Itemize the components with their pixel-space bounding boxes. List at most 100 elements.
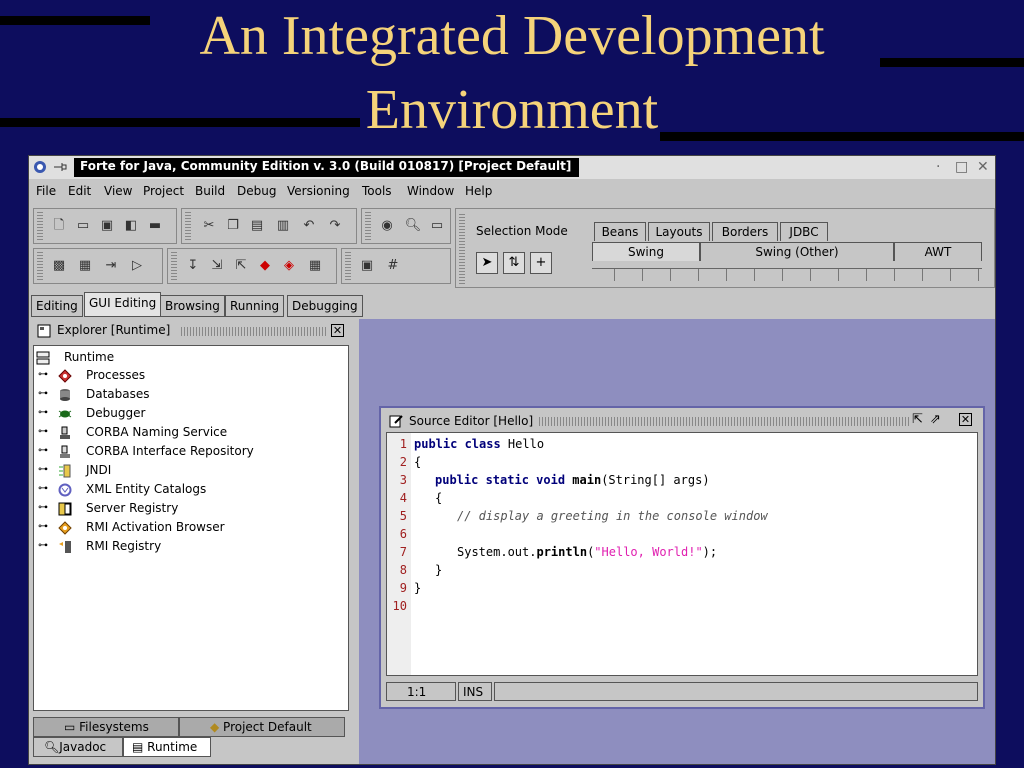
line-number: 9 <box>399 581 407 595</box>
expand-handle-icon[interactable]: ⊶ <box>38 369 52 383</box>
source-editor-close-icon[interactable]: ✕ <box>959 413 972 426</box>
paste-icon[interactable]: ▤ <box>248 217 266 235</box>
toolbar-grip[interactable] <box>365 212 371 240</box>
source-editor-drag-handle[interactable] <box>539 417 909 426</box>
menu-tools[interactable]: Tools <box>362 184 392 198</box>
debug-step-icon[interactable]: ⇥ <box>102 257 120 275</box>
code-text: ); <box>702 545 718 559</box>
line-number: 7 <box>399 545 407 559</box>
new-file-icon[interactable]: 🗋 <box>50 217 68 235</box>
expand-handle-icon[interactable]: ⊶ <box>38 407 52 421</box>
code-line: public static void main(String[] args) <box>435 473 710 487</box>
step-over-icon[interactable]: ↧ <box>184 257 202 275</box>
menu-versioning[interactable]: Versioning <box>287 184 350 198</box>
expand-handle-icon[interactable]: ⊶ <box>38 540 52 554</box>
explorer-drag-handle[interactable] <box>181 327 326 336</box>
tab-javadoc[interactable]: 🔍︎Javadoc <box>33 737 123 757</box>
tab-debugging[interactable]: Debugging <box>287 295 363 317</box>
dock-icon[interactable]: ⇱ <box>912 412 923 427</box>
step-into-icon[interactable]: ⇲ <box>208 257 226 275</box>
tab-gui-editing[interactable]: GUI Editing <box>84 292 162 317</box>
palette-tab-borders[interactable]: Borders <box>712 222 778 241</box>
breakpoint-icon[interactable]: ◆ <box>256 257 274 275</box>
expand-handle-icon[interactable]: ⊶ <box>38 426 52 440</box>
menu-project[interactable]: Project <box>143 184 184 198</box>
title-bar[interactable]: Forte for Java, Community Edition v. 3.0… <box>29 156 995 179</box>
watch-icon[interactable]: ◈ <box>280 257 298 275</box>
redo-icon[interactable]: ↷ <box>326 217 344 235</box>
tab-filesystems[interactable]: ▭ Filesystems <box>33 717 179 737</box>
palette-tab-beans[interactable]: Beans <box>594 222 646 241</box>
evaluate-icon[interactable]: ▦ <box>306 257 324 275</box>
tab-editing[interactable]: Editing <box>31 295 83 317</box>
connection-mode-button[interactable]: ⇅ <box>503 252 525 274</box>
palette-grip[interactable] <box>459 212 465 284</box>
menu-edit[interactable]: Edit <box>68 184 91 198</box>
menu-debug[interactable]: Debug <box>237 184 276 198</box>
copy-icon[interactable]: ❐ <box>224 217 242 235</box>
build-icon[interactable]: ▦ <box>76 257 94 275</box>
menu-window[interactable]: Window <box>407 184 454 198</box>
open-folder-icon[interactable]: ▭ <box>74 217 92 235</box>
tab-running[interactable]: Running <box>225 295 285 317</box>
expand-handle-icon[interactable]: ⊶ <box>38 445 52 459</box>
palette-tab-swing-other[interactable]: Swing (Other) <box>700 242 894 261</box>
toolbar-grip[interactable] <box>345 252 351 280</box>
maximize-button[interactable]: □ <box>955 159 968 175</box>
palette-component-row[interactable] <box>592 268 982 281</box>
menu-build[interactable]: Build <box>195 184 225 198</box>
tab-browsing[interactable]: Browsing <box>160 295 225 317</box>
code-editor[interactable]: 1 2 3 4 5 6 7 8 9 10 public class Hello … <box>386 432 978 676</box>
expand-handle-icon[interactable]: ⊶ <box>38 483 52 497</box>
tree-label: JNDI <box>86 463 112 477</box>
tab-runtime[interactable]: ▤ Runtime <box>123 737 211 757</box>
processes-icon <box>58 369 72 383</box>
palette-tab-jdbc[interactable]: JDBC <box>780 222 828 241</box>
toolbar-grip[interactable] <box>37 252 43 280</box>
selection-arrow-button[interactable]: ➤ <box>476 252 498 274</box>
expand-handle-icon[interactable]: ⊶ <box>38 388 52 402</box>
menu-file[interactable]: File <box>36 184 56 198</box>
find-icon[interactable]: 🔍︎ <box>404 217 422 235</box>
palette-tab-awt[interactable]: AWT <box>894 242 982 261</box>
cut-icon[interactable]: ✂ <box>200 217 218 235</box>
comment: // display a greeting in the console win… <box>457 509 768 523</box>
close-button[interactable]: ✕ <box>977 159 989 175</box>
tab-project-default[interactable]: ◆ Project Default <box>179 717 345 737</box>
add-mode-button[interactable]: + <box>530 252 552 274</box>
rmi-registry-icon <box>59 541 71 553</box>
explorer-header: Explorer [Runtime] ✕ <box>33 322 351 340</box>
minimize-button[interactable]: · <box>936 159 940 175</box>
maximize-editor-icon[interactable]: ⇗ <box>930 412 941 427</box>
print-icon[interactable]: ▬ <box>146 217 164 235</box>
menu-help[interactable]: Help <box>465 184 492 198</box>
palette-tab-layouts[interactable]: Layouts <box>648 222 710 241</box>
save-icon[interactable]: ▣ <box>98 217 116 235</box>
undo-icon[interactable]: ↶ <box>300 217 318 235</box>
runtime-tab-icon: ▤ <box>132 740 148 754</box>
pin-icon[interactable] <box>53 160 67 174</box>
expand-handle-icon[interactable]: ⊶ <box>38 464 52 478</box>
palette-tab-swing[interactable]: Swing <box>592 242 700 261</box>
grid-icon[interactable]: # <box>384 257 402 275</box>
save-all-icon[interactable]: ◧ <box>122 217 140 235</box>
menu-view[interactable]: View <box>104 184 132 198</box>
toolbar-grip[interactable] <box>185 212 191 240</box>
component-inspector-icon[interactable]: ▣ <box>358 257 376 275</box>
find-replace-icon[interactable]: ▭ <box>428 217 446 235</box>
step-out-icon[interactable]: ⇱ <box>232 257 250 275</box>
web-search-icon[interactable]: ◉ <box>378 217 396 235</box>
filesystems-icon: ▭ <box>64 720 80 734</box>
code-text: Hello <box>500 437 545 451</box>
explorer-close-icon[interactable]: ✕ <box>331 324 344 337</box>
toolbar-grip[interactable] <box>37 212 43 240</box>
compile-icon[interactable]: ▩ <box>50 257 68 275</box>
delete-icon[interactable]: ▥ <box>274 217 292 235</box>
run-icon[interactable]: ▷ <box>128 257 146 275</box>
source-editor-header[interactable]: Source Editor [Hello] ⇱ ⇗ ✕ <box>385 411 979 431</box>
method-call: println <box>536 545 588 559</box>
expand-handle-icon[interactable]: ⊶ <box>38 502 52 516</box>
toolbar-grip[interactable] <box>171 252 177 280</box>
editor-status-bar: 1:1 INS <box>386 682 978 702</box>
expand-handle-icon[interactable]: ⊶ <box>38 521 52 535</box>
